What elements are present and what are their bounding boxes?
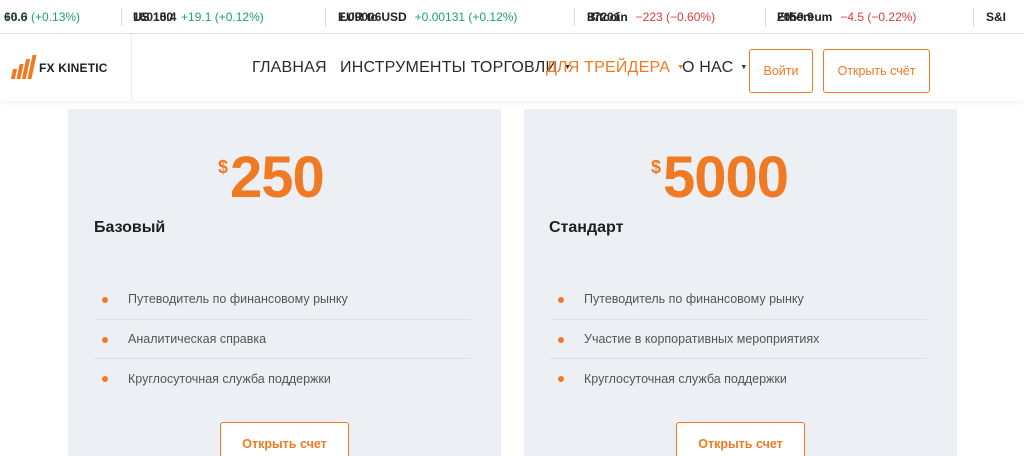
ticker-price: 60.6 (4, 10, 28, 24)
ticker-price: 1.09006 (338, 10, 382, 24)
feature-text: Участие в корпоративных мероприятиях (584, 331, 820, 346)
logo-text: FX KINETIC (39, 60, 108, 75)
plan-price: $ 5000 (651, 145, 789, 210)
ticker-price: 37201 (587, 10, 621, 24)
currency-symbol: $ (651, 157, 662, 177)
open-account-button[interactable]: Открыть счёт (823, 49, 930, 93)
list-item: Путеводитель по финансовому рынку (94, 280, 470, 320)
plan-card-basic: $ 250 Базовый Путеводитель по финансовом… (68, 109, 501, 456)
ticker-item[interactable]: 60.6 +6.0 (+0.13%) (4, 0, 80, 33)
ticker-change: −4.5 (−0.22%) (840, 10, 917, 24)
list-item: Путеводитель по финансовому рынку (550, 280, 926, 320)
feature-text: Путеводитель по финансовому рынку (128, 292, 348, 307)
site-header: FX KINETIC ГЛАВНАЯ ИНСТРУМЕНТЫ ТОРГОВЛИ … (0, 34, 1024, 101)
feature-text: Путеводитель по финансовому рынку (584, 292, 804, 307)
ticker-item[interactable]: S&I (986, 0, 1014, 33)
ticker-symbol: S&I (986, 10, 1007, 24)
plan-price: $ 250 (218, 145, 325, 210)
ticker-item[interactable]: Ethereum 2059.9 −4.5 (−0.22%) (777, 0, 917, 33)
nav-label: ДЛЯ ТРЕЙДЕРА (546, 58, 671, 76)
plan-amount: 250 (230, 145, 325, 210)
nav-label: ГЛАВНАЯ (252, 58, 327, 76)
list-item: Круглосуточная служба поддержки (550, 359, 926, 399)
ticker-divider (325, 8, 326, 26)
bullet-icon (102, 336, 108, 343)
nav-label: О НАС (682, 58, 734, 76)
caret-down-icon: ▼ (740, 64, 748, 71)
ticker-divider (973, 8, 974, 26)
plan-card-standard: $ 5000 Стандарт Путеводитель по финансов… (524, 109, 957, 456)
ticker-divider (574, 8, 575, 26)
plan-name: Стандарт (549, 219, 624, 236)
ticker-change: −223 (−0.60%) (635, 10, 716, 24)
bullet-icon (558, 376, 564, 382)
open-account-button[interactable]: Открыть счет (676, 422, 805, 456)
nav-home[interactable]: ГЛАВНАЯ (252, 34, 327, 101)
feature-list: Путеводитель по финансовому рынку Участи… (550, 280, 926, 399)
feature-list: Путеводитель по финансовому рынку Аналит… (94, 280, 470, 399)
nav-for-trader[interactable]: ДЛЯ ТРЕЙДЕРА ▼ (546, 34, 684, 101)
ticker-price: 2059.9 (777, 10, 814, 24)
ticker-item[interactable]: Bitcoin 37201 −223 (−0.60%) (587, 0, 716, 33)
ticker-item[interactable]: US 100 16015.4 +19.1 (+0.12%) (133, 0, 264, 33)
nav-about[interactable]: О НАС ▼ (682, 34, 747, 101)
login-button[interactable]: Войти (749, 49, 813, 93)
feature-text: Круглосуточная служба поддержки (584, 371, 787, 386)
ticker-item[interactable]: EUR to USD 1.09006 +0.00131 (+0.12%) (338, 0, 518, 33)
market-ticker: 60.6 +6.0 (+0.13%) US 100 16015.4 +19.1 … (0, 0, 1024, 34)
plan-name: Базовый (94, 219, 166, 236)
plan-amount: 5000 (663, 145, 789, 210)
bullet-icon (558, 297, 564, 303)
list-item: Аналитическая справка (94, 320, 470, 359)
logo[interactable]: FX KINETIC (0, 34, 132, 101)
logo-bars-icon (10, 54, 37, 79)
nav-label: ИНСТРУМЕНТЫ ТОРГОВЛИ (340, 58, 558, 76)
feature-text: Круглосуточная служба поддержки (128, 371, 331, 386)
nav-trading-instruments[interactable]: ИНСТРУМЕНТЫ ТОРГОВЛИ ▼ (340, 34, 571, 101)
bullet-icon (102, 297, 108, 303)
ticker-change: +19.1 (+0.12%) (181, 10, 264, 24)
list-item: Участие в корпоративных мероприятиях (550, 320, 926, 359)
bullet-icon (558, 336, 564, 343)
ticker-price: 16015.4 (133, 10, 177, 24)
bullet-icon (102, 376, 108, 382)
ticker-divider (765, 8, 766, 26)
ticker-change: +0.00131 (+0.12%) (414, 10, 518, 24)
feature-text: Аналитическая справка (128, 331, 267, 346)
list-item: Круглосуточная служба поддержки (94, 359, 470, 399)
open-account-button[interactable]: Открыть счет (220, 422, 349, 456)
currency-symbol: $ (218, 157, 229, 177)
ticker-divider (121, 8, 122, 26)
